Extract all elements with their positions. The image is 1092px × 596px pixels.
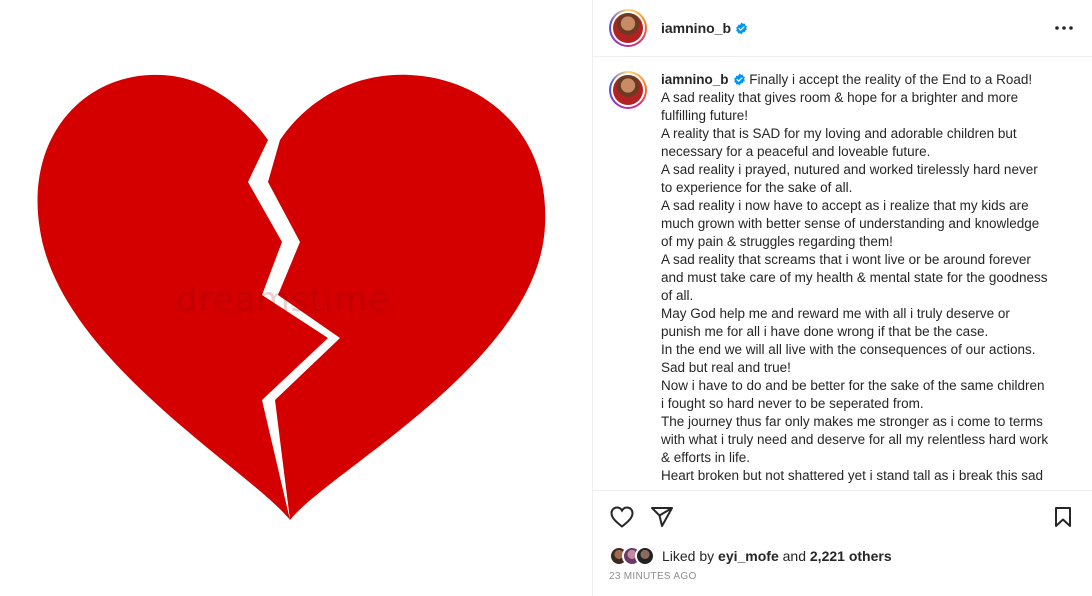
caption-line: punish me for all i have done wrong if t… [661,324,989,339]
liker-avatars[interactable] [609,546,655,566]
instagram-post: dreamstime iamnino_b iamnino_b Finally i… [0,0,1092,596]
caption-line: fulfilling future! [661,108,749,123]
like-button[interactable] [607,502,637,532]
caption-text: iamnino_b Finally i accept the reality o… [661,71,1071,485]
caption-line: with what i truly need and deserve for a… [661,432,1049,447]
caption-line: Heart broken but not shattered yet i sta… [661,468,1043,483]
caption-line: A sad reality i prayed, nutured and work… [661,162,1038,177]
caption-line: i fought so hard never to be seperated f… [661,396,924,411]
caption-line: The journey thus far only makes me stron… [661,414,1043,429]
caption-line: necessary for a peaceful and loveable fu… [661,144,931,159]
liked-by-user-link[interactable]: eyi_mofe [718,548,779,564]
caption-line: of my pain & struggles regarding them! [661,234,893,249]
caption: iamnino_b Finally i accept the reality o… [609,71,1076,485]
caption-line: May God help me and reward me with all i… [661,306,1010,321]
verified-badge-icon [733,73,745,86]
verified-badge-icon [736,22,747,34]
avatar [635,546,655,566]
caption-line: to experience for the sake of all. [661,180,853,195]
bookmark-icon [1055,507,1071,527]
caption-line: of all. [661,288,694,303]
share-button[interactable] [647,502,677,532]
more-options-button[interactable] [1052,16,1076,40]
caption-line: and must take care of my health & mental… [661,270,1048,285]
caption-line: Now i have to do and be better for the s… [661,378,1045,393]
caption-line: A reality that is SAD for my loving and … [661,126,1017,141]
post-image: dreamstime [0,0,593,596]
watermark: dreamstime [176,280,391,320]
liked-by-joiner: and [782,548,806,564]
likes-summary: Liked by eyi_mofe and 2,221 others [593,543,1092,569]
caption-username[interactable]: iamnino_b [661,72,729,87]
caption-line: Sad but real and true! [661,360,791,375]
liked-by-others-link[interactable]: 2,221 others [810,548,892,564]
author-username[interactable]: iamnino_b [661,20,731,36]
heart-outline-icon [610,506,634,528]
caption-line: A sad reality i now have to accept as i … [661,198,1029,213]
post-sidebar: iamnino_b iamnino_b Finally i accept the… [593,0,1092,596]
save-button[interactable] [1048,502,1078,532]
caption-line: A sad reality that gives room & hope for… [661,90,1019,105]
liked-by-prefix: Liked by [662,548,715,564]
more-horizontal-icon [1055,26,1073,30]
paper-plane-icon [651,507,673,527]
action-bar [593,491,1092,543]
post-timestamp[interactable]: 23 minutes ago [593,569,1092,582]
caption-line: & efforts in life. [661,450,751,465]
caption-line: A sad reality that screams that i wont l… [661,252,1031,267]
author-avatar[interactable] [609,9,647,47]
caption-line: Finally i accept the reality of the End … [749,72,1033,87]
post-header: iamnino_b [593,0,1092,57]
liked-by-text: Liked by eyi_mofe and 2,221 others [662,548,892,564]
caption-author-avatar[interactable] [609,71,647,109]
caption-line: much grown with better sense of understa… [661,216,1040,231]
caption-section: iamnino_b Finally i accept the reality o… [593,57,1092,491]
caption-line: In the end we will all live with the con… [661,342,1036,357]
